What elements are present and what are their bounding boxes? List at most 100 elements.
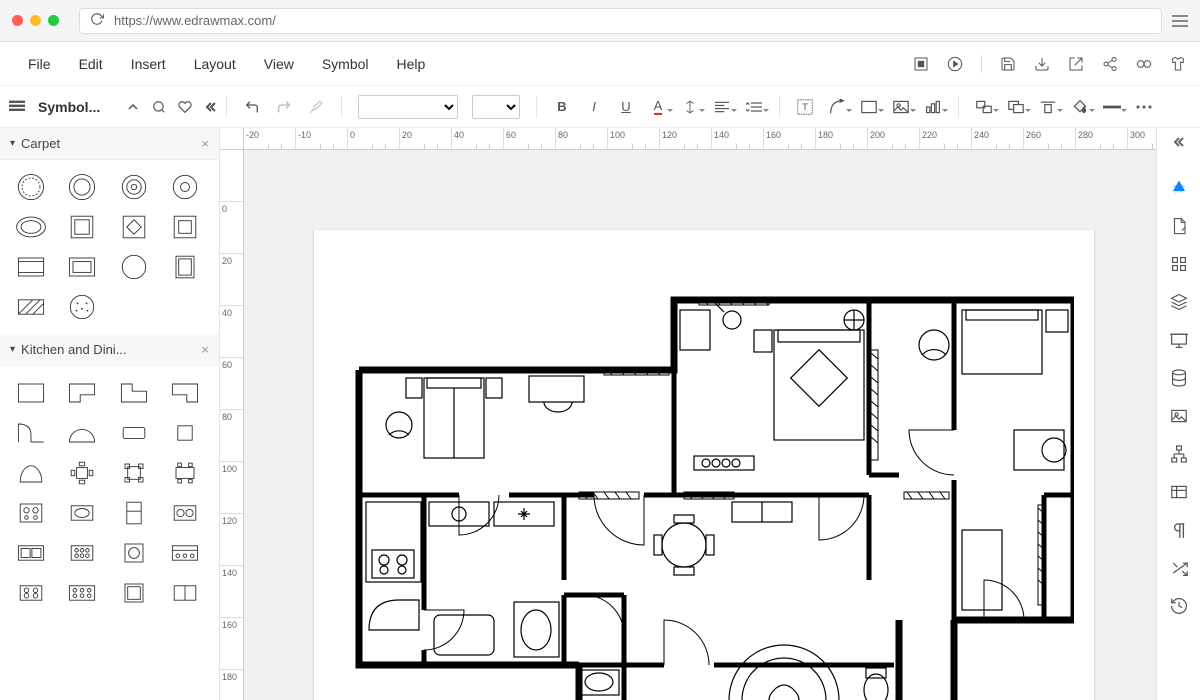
shape-carpet-oval[interactable] (10, 210, 52, 244)
menu-help[interactable]: Help (383, 50, 440, 78)
shape-fridge[interactable] (113, 496, 155, 530)
italic-icon[interactable]: I (585, 98, 603, 116)
shape-table-square[interactable] (164, 416, 206, 450)
shape-cooktop-4[interactable] (10, 576, 52, 610)
theme-icon[interactable] (1169, 178, 1189, 198)
page-icon[interactable] (1169, 216, 1189, 236)
undo-icon[interactable] (243, 98, 261, 116)
shape-carpet-hatch[interactable] (10, 290, 52, 324)
floor-plan-drawing[interactable] (354, 270, 1074, 700)
line-style-icon[interactable] (1103, 98, 1121, 116)
play-icon[interactable] (947, 56, 963, 72)
shape-counter-1[interactable] (10, 376, 52, 410)
reload-icon[interactable] (90, 12, 104, 29)
shape-counter-l2[interactable] (113, 376, 155, 410)
group-icon[interactable] (975, 98, 993, 116)
shape-counter-curve[interactable] (10, 416, 52, 450)
shape-carpet-rect-2[interactable] (164, 210, 206, 244)
shape-table-rect[interactable] (113, 416, 155, 450)
shuffle-icon[interactable] (1169, 558, 1189, 578)
shape-carpet-diamond[interactable] (113, 210, 155, 244)
panel-carpet-header[interactable]: ▾ Carpet × (0, 128, 219, 160)
shape-stove-2[interactable] (61, 536, 103, 570)
rail-collapse-icon[interactable] (1172, 136, 1186, 156)
more-icon[interactable] (1135, 98, 1153, 116)
shape-cooktop-6[interactable] (61, 576, 103, 610)
shape-rect-icon[interactable] (860, 98, 878, 116)
bold-icon[interactable]: B (553, 98, 571, 116)
canvas-viewport[interactable] (244, 150, 1156, 700)
paragraph-icon[interactable] (1169, 520, 1189, 540)
shape-carpet-round-2[interactable] (61, 170, 103, 204)
menu-symbol[interactable]: Symbol (308, 50, 383, 78)
address-bar[interactable]: https://www.edrawmax.com/ (79, 8, 1162, 34)
font-size-select[interactable] (472, 95, 520, 119)
image-icon[interactable] (892, 98, 910, 116)
focus-icon[interactable] (913, 56, 929, 72)
share-icon[interactable] (1102, 56, 1118, 72)
grid-icon[interactable] (1169, 254, 1189, 274)
menu-insert[interactable]: Insert (117, 50, 180, 78)
picture-icon[interactable] (1169, 406, 1189, 426)
minimize-window-button[interactable] (30, 15, 41, 26)
line-spacing-icon[interactable] (745, 98, 763, 116)
shape-dining-4a[interactable] (61, 456, 103, 490)
drawing-page[interactable] (314, 230, 1094, 700)
shape-appliance-2[interactable] (164, 576, 206, 610)
connector-icon[interactable] (828, 98, 846, 116)
shirt-icon[interactable] (1170, 56, 1186, 72)
underline-icon[interactable]: U (617, 98, 635, 116)
shape-counter-round[interactable] (61, 416, 103, 450)
collapse-icon[interactable] (202, 98, 220, 116)
shape-carpet-round-1[interactable] (10, 170, 52, 204)
shape-carpet-dots[interactable] (61, 290, 103, 324)
font-family-select[interactable] (358, 95, 458, 119)
shape-carpet-rect-1[interactable] (61, 210, 103, 244)
browser-menu-icon[interactable] (1172, 15, 1188, 27)
menu-edit[interactable]: Edit (65, 50, 117, 78)
shape-dining-6[interactable] (164, 456, 206, 490)
database-icon[interactable] (1169, 368, 1189, 388)
redo-icon[interactable] (275, 98, 293, 116)
shape-counter-l3[interactable] (164, 376, 206, 410)
shape-dining-4b[interactable] (113, 456, 155, 490)
layers-icon[interactable] (1169, 292, 1189, 312)
menu-view[interactable]: View (250, 50, 308, 78)
highlight-icon[interactable] (681, 98, 699, 116)
shape-carpet-rect-3[interactable] (10, 250, 52, 284)
menu-layout[interactable]: Layout (180, 50, 250, 78)
shape-carpet-circle[interactable] (113, 250, 155, 284)
table-icon[interactable] (1169, 482, 1189, 502)
shape-range[interactable] (164, 536, 206, 570)
shape-carpet-rect-5[interactable] (164, 250, 206, 284)
font-color-icon[interactable]: A (649, 98, 667, 116)
shape-carpet-rect-4[interactable] (61, 250, 103, 284)
shape-sink-2[interactable] (10, 536, 52, 570)
download-icon[interactable] (1034, 56, 1050, 72)
shape-sink-1[interactable] (61, 496, 103, 530)
text-box-icon[interactable]: T (796, 98, 814, 116)
maximize-window-button[interactable] (48, 15, 59, 26)
fill-icon[interactable] (1071, 98, 1089, 116)
search-icon[interactable] (150, 98, 168, 116)
shape-carpet-round-3[interactable] (113, 170, 155, 204)
history-icon[interactable] (1169, 596, 1189, 616)
arrange-icon[interactable] (1007, 98, 1025, 116)
shape-carpet-round-4[interactable] (164, 170, 206, 204)
panel-close-icon[interactable]: × (201, 136, 209, 151)
shape-appliance-1[interactable] (113, 576, 155, 610)
align-icon[interactable] (713, 98, 731, 116)
save-icon[interactable] (1000, 56, 1016, 72)
hierarchy-icon[interactable] (1169, 444, 1189, 464)
close-window-button[interactable] (12, 15, 23, 26)
format-painter-icon[interactable] (307, 98, 325, 116)
menu-file[interactable]: File (14, 50, 65, 78)
library-icon[interactable] (8, 98, 26, 116)
view-icon[interactable] (1136, 56, 1152, 72)
align-objects-icon[interactable] (1039, 98, 1057, 116)
slideshow-icon[interactable] (1169, 330, 1189, 350)
export-icon[interactable] (1068, 56, 1084, 72)
heart-icon[interactable] (176, 98, 194, 116)
shape-stove-1[interactable] (10, 496, 52, 530)
shape-oven[interactable] (113, 536, 155, 570)
